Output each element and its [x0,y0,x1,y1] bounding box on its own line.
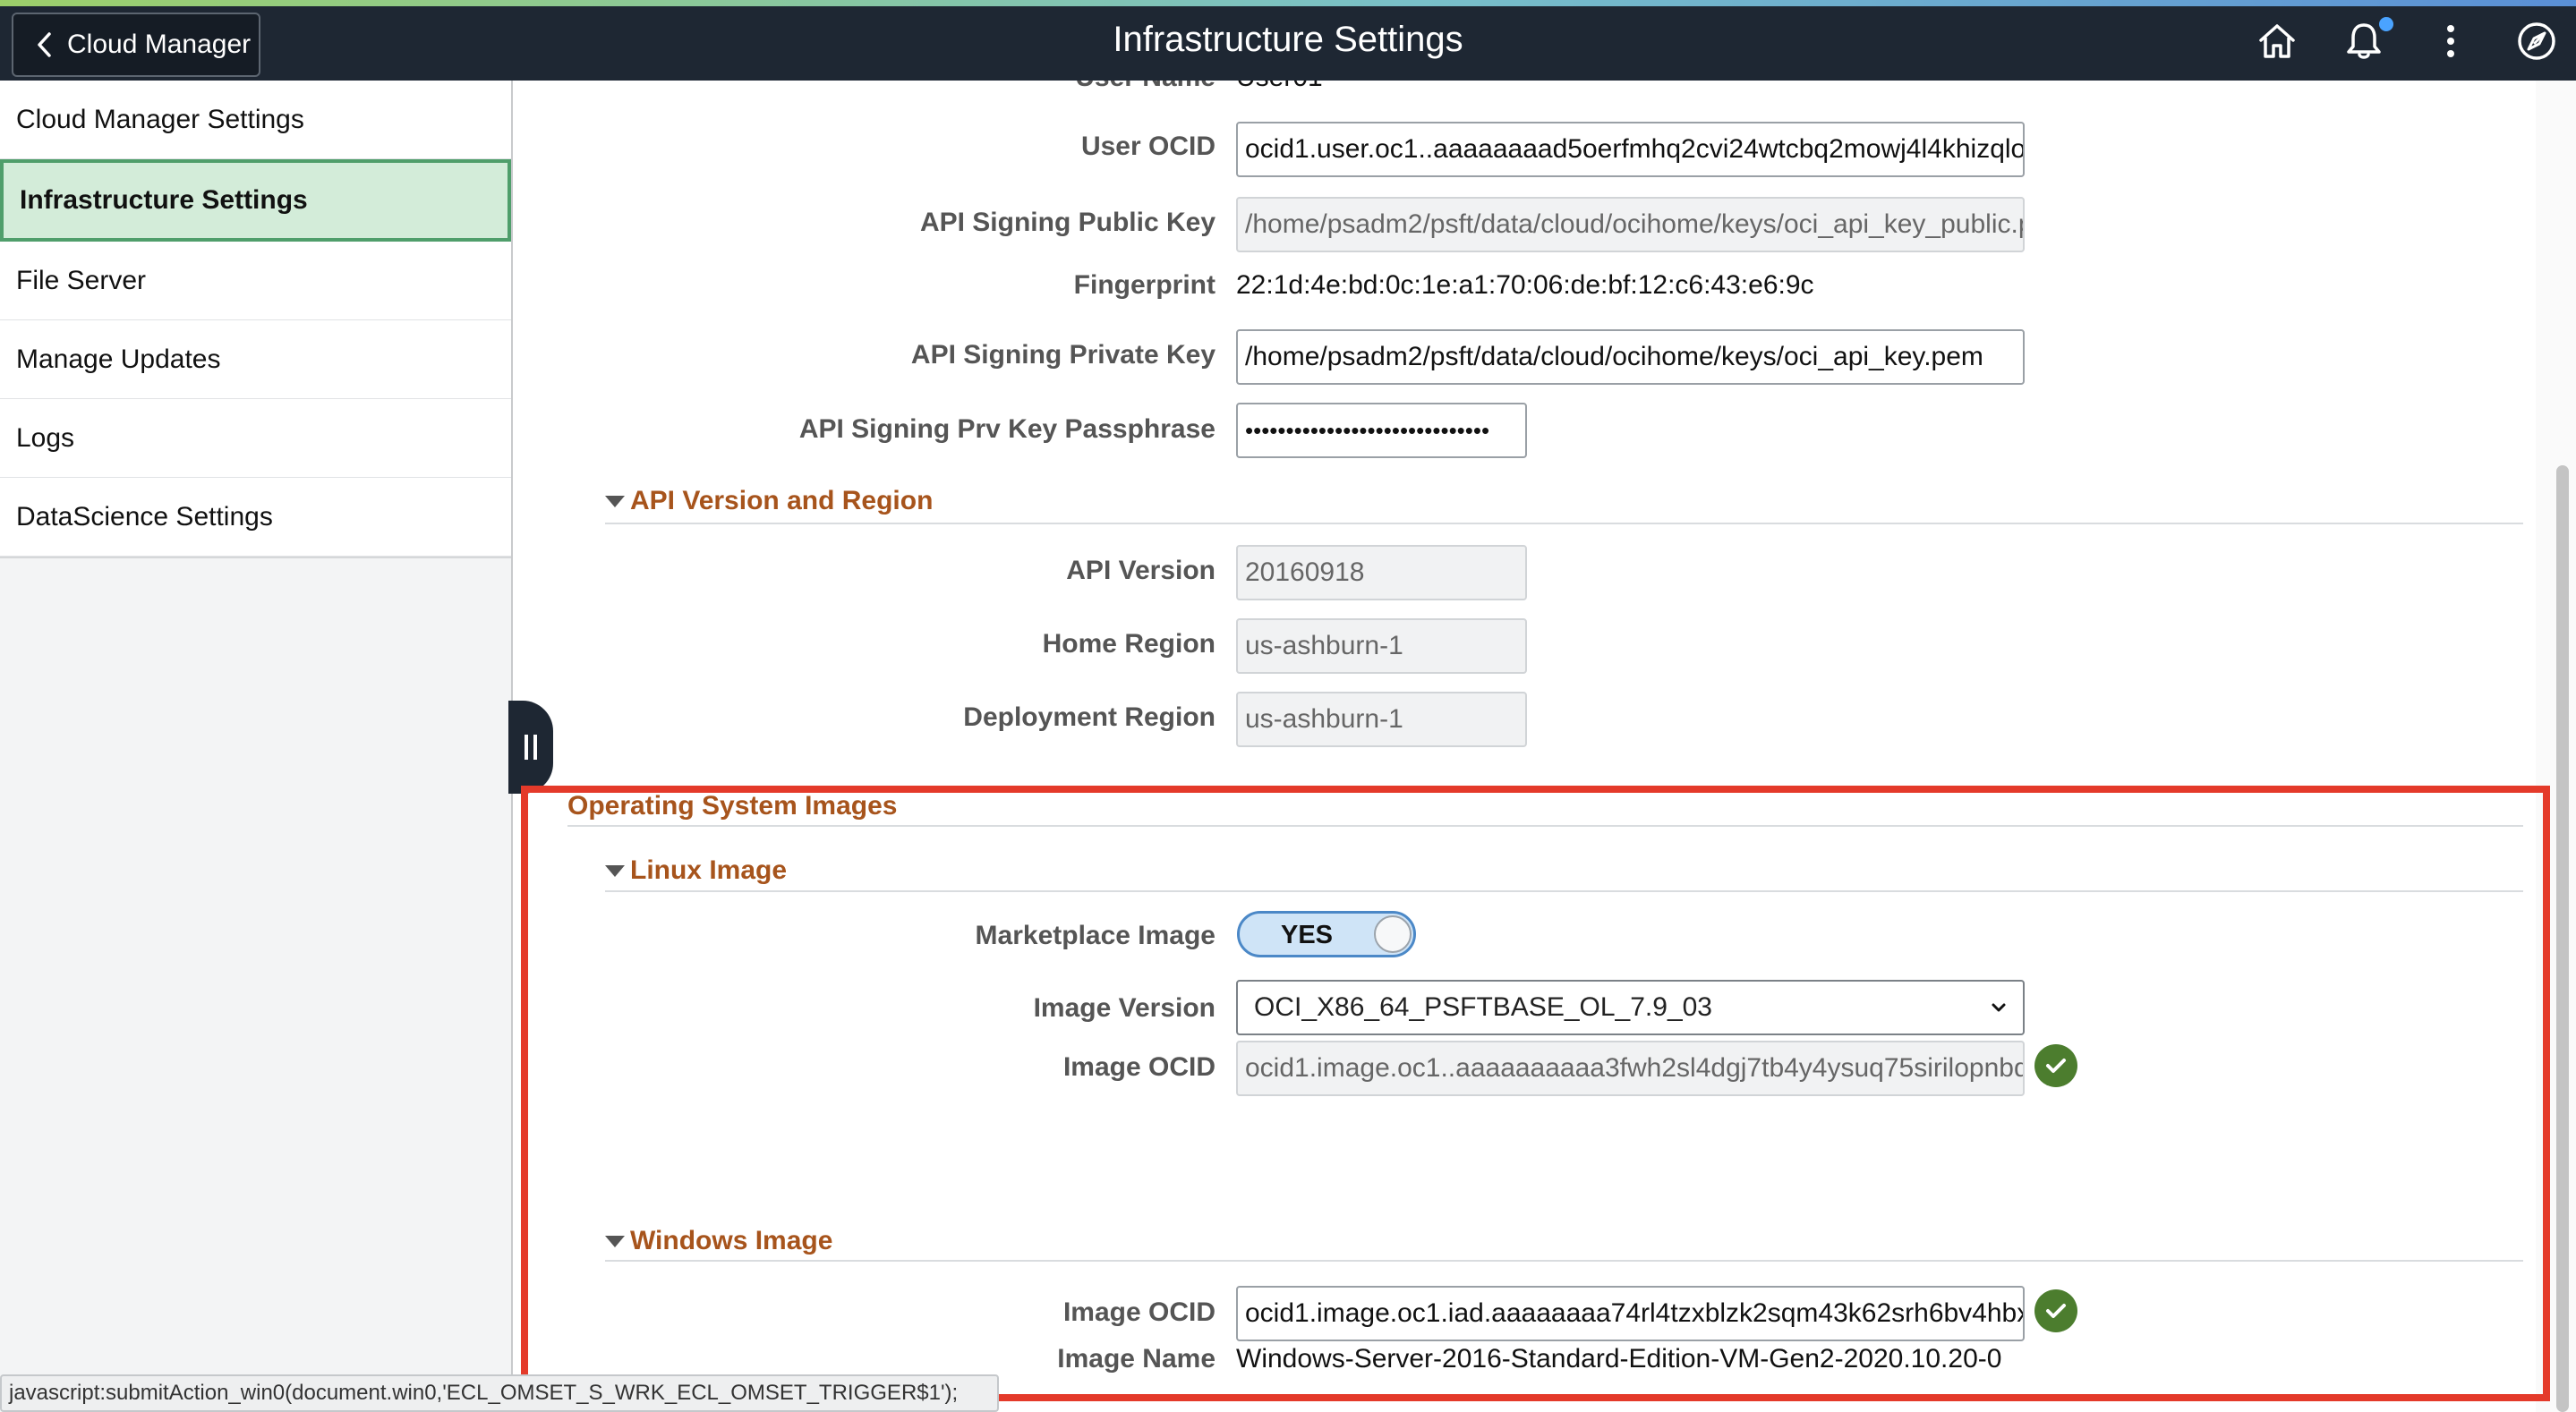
fingerprint-label: Fingerprint [1073,270,1215,300]
notification-badge [2379,17,2393,31]
page-title: Infrastructure Settings [1113,20,1463,59]
sidebar-item-label: File Server [16,265,147,295]
collapse-sidebar-handle[interactable] [508,701,553,794]
section-title: Linux Image [630,855,788,885]
marketplace-image-label: Marketplace Image [975,921,1215,950]
sidebar-list: Cloud Manager Settings Infrastructure Se… [0,81,511,558]
windows-image-ocid-input[interactable]: ocid1.image.oc1.iad.aaaaaaaa74rl4tzxblzk… [1236,1286,2025,1341]
linux-image-section-header[interactable]: Linux Image [605,855,787,886]
api-signing-private-key-label: API Signing Private Key [910,340,1215,370]
passphrase-label: API Signing Prv Key Passphrase [798,414,1215,444]
linux-image-ocid-label: Image OCID [1062,1052,1215,1082]
linux-image-ocid-field: ocid1.image.oc1..aaaaaaaaaa3fwh2sl4dgj7t… [1236,1041,2025,1096]
collapse-triangle-icon [605,1235,625,1247]
user-ocid-label: User OCID [1080,132,1215,161]
sidebar-item-label: Logs [16,422,75,453]
sidebar-item-datascience-settings[interactable]: DataScience Settings [0,478,511,557]
image-version-label: Image Version [1033,993,1215,1023]
home-region-label: Home Region [1042,629,1215,659]
grip-bar [525,735,528,760]
image-version-select[interactable]: OCI_X86_64_PSFTBASE_OL_7.9_03 [1236,980,2025,1035]
kebab-menu-icon[interactable] [2427,18,2474,64]
sidebar-item-cloud-manager-settings[interactable]: Cloud Manager Settings [0,81,511,159]
section-title: Operating System Images [567,791,898,821]
clipped-user-name-row: User Name User01 [515,81,2536,97]
deployment-region-field: us-ashburn-1 [1236,692,1527,747]
marketplace-image-toggle[interactable]: YES [1237,911,1416,957]
sidebar-item-label: Cloud Manager Settings [16,104,304,134]
section-divider [605,890,2523,892]
left-navigation-panel: Cloud Manager Settings Infrastructure Se… [0,81,513,1412]
api-version-region-section-header[interactable]: API Version and Region [605,486,933,516]
home-icon[interactable] [2254,18,2300,64]
toggle-knob [1374,915,1412,953]
collapse-triangle-icon [605,864,625,877]
passphrase-input[interactable]: •••••••••••••••••••••••••••••• [1236,403,1527,458]
sidebar-item-label: Manage Updates [16,344,221,374]
home-region-field: us-ashburn-1 [1236,618,1527,674]
windows-image-name-label: Image Name [1057,1344,1215,1374]
checkmark-valid-icon [2034,1289,2077,1332]
os-images-section-header: Operating System Images [567,791,897,821]
vertical-scrollbar-thumb[interactable] [2556,465,2569,1412]
sidebar-item-logs[interactable]: Logs [0,399,511,478]
section-title: API Version and Region [630,486,934,515]
checkmark-valid-icon [2034,1044,2077,1087]
user-ocid-input[interactable]: ocid1.user.oc1..aaaaaaaad5oerfmhq2cvi24w… [1236,122,2025,177]
api-signing-public-key-field: /home/psadm2/psft/data/cloud/ocihome/key… [1236,197,2025,252]
windows-image-section-header[interactable]: Windows Image [605,1226,832,1256]
fingerprint-value: 22:1d:4e:bd:0c:1e:a1:70:06:de:bf:12:c6:4… [1236,270,1814,300]
api-signing-public-key-label: API Signing Public Key [919,208,1215,237]
compass-icon[interactable] [2513,18,2560,64]
windows-image-ocid-label: Image OCID [1062,1297,1215,1327]
browser-status-bar: javascript:submitAction_win0(document.wi… [0,1374,999,1412]
section-divider [605,523,2523,524]
sidebar-item-manage-updates[interactable]: Manage Updates [0,320,511,399]
grip-bar [533,735,537,760]
collapse-triangle-icon [605,495,625,507]
api-signing-private-key-input[interactable]: /home/psadm2/psft/data/cloud/ocihome/key… [1236,329,2025,385]
section-title: Windows Image [630,1226,833,1255]
toggle-text: YES [1280,921,1334,949]
windows-image-name-value: Windows-Server-2016-Standard-Edition-VM-… [1236,1344,2002,1374]
deployment-region-label: Deployment Region [963,702,1215,732]
sidebar-item-label: Infrastructure Settings [20,185,308,215]
sidebar-item-file-server[interactable]: File Server [0,242,511,320]
header-accent-stripe [0,0,2576,6]
chevron-down-icon [1992,1003,2006,1012]
user-name-label: User Name [515,81,1215,93]
section-divider [605,1260,2523,1262]
sidebar-item-infrastructure-settings[interactable]: Infrastructure Settings [0,159,511,242]
section-divider [567,825,2523,827]
api-version-label: API Version [1066,556,1215,585]
image-version-selected: OCI_X86_64_PSFTBASE_OL_7.9_03 [1254,992,1712,1022]
app-header: Cloud Manager Infrastructure Settings [0,0,2576,81]
api-version-field: 20160918 [1236,545,1527,600]
user-name-value: User01 [1236,81,1323,93]
sidebar-item-label: DataScience Settings [16,501,273,532]
